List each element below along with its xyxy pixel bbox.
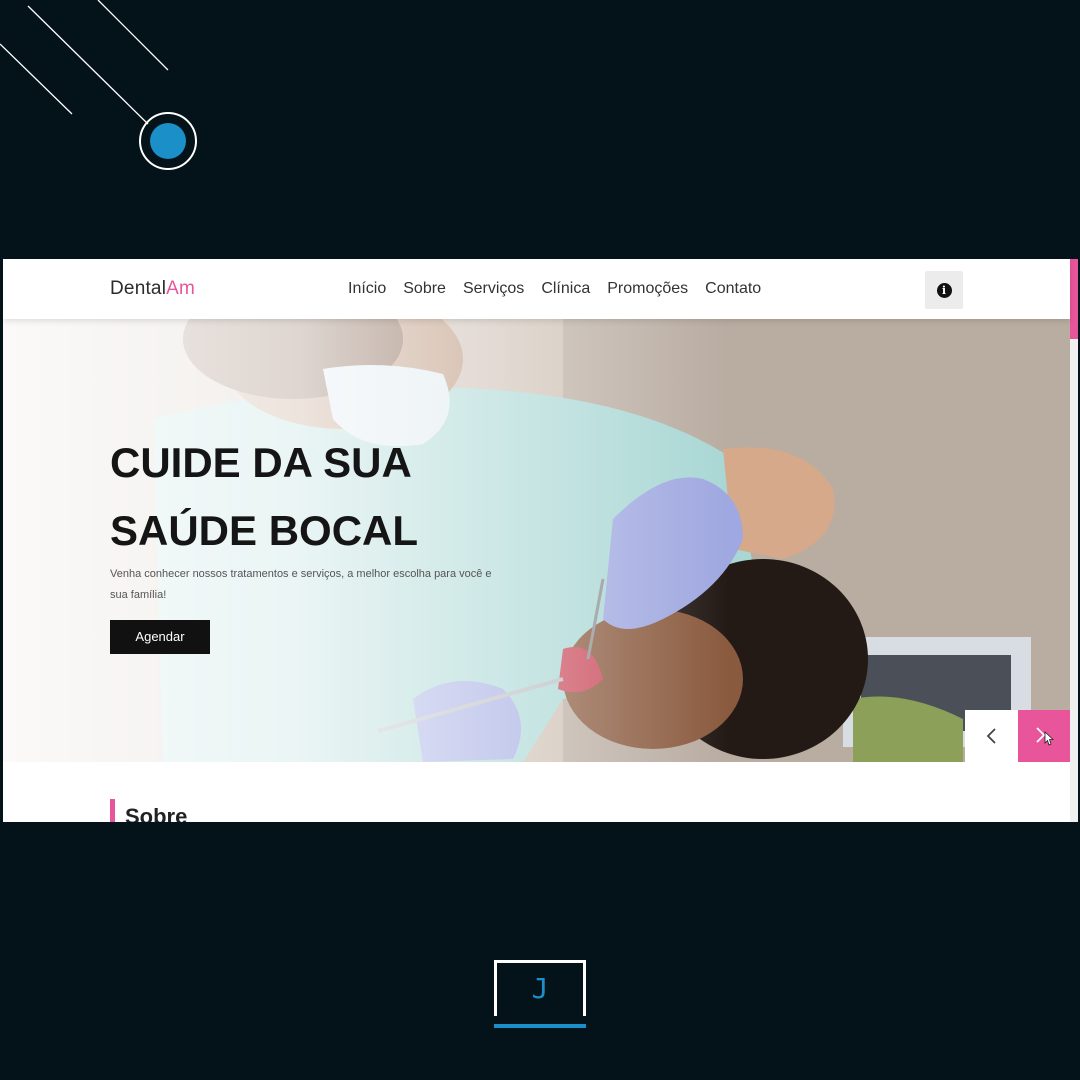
about-title: Sobre <box>125 804 188 822</box>
hero-banner: CUIDE DA SUA SAÚDE BOCAL Venha conhecer … <box>3 319 1070 762</box>
hero-subtitle: Venha conhecer nossos tratamentos e serv… <box>110 568 492 601</box>
hand-cursor-icon <box>1044 731 1055 746</box>
hero-title-line1: CUIDE DA SUA <box>110 439 412 486</box>
carousel-prev-button[interactable] <box>965 710 1018 762</box>
website-screenshot: DentalAm Início Sobre Serviços Clínica P… <box>3 259 1078 822</box>
agendar-button[interactable]: Agendar <box>110 620 210 654</box>
nav-link-contato[interactable]: Contato <box>705 280 761 298</box>
nav-link-inicio[interactable]: Início <box>348 280 386 298</box>
hero-title: CUIDE DA SUA SAÚDE BOCAL <box>110 429 530 565</box>
scrollbar-thumb[interactable] <box>1070 259 1078 339</box>
info-button[interactable]: i <box>925 271 963 309</box>
carousel-next-button[interactable] <box>1018 710 1070 762</box>
chevron-left-icon <box>986 728 996 744</box>
nav-link-promocoes[interactable]: Promoções <box>607 280 688 298</box>
hero-title-line2: SAÚDE BOCAL <box>110 507 419 554</box>
decorative-lines <box>0 0 197 170</box>
brand-logo: J <box>494 960 586 1030</box>
brand-logo-underline <box>494 1024 586 1028</box>
info-icon: i <box>936 282 952 298</box>
page-scrollbar[interactable] <box>1070 259 1078 822</box>
brand-logo-letter: J <box>531 972 549 1005</box>
nav-link-clinica[interactable]: Clínica <box>541 280 590 298</box>
chevron-right-icon <box>1036 727 1055 746</box>
site-logo[interactable]: DentalAm <box>110 278 195 300</box>
about-accent-bar <box>110 799 115 822</box>
nav-menu: Início Sobre Serviços Clínica Promoções … <box>348 280 761 298</box>
nav-link-servicos[interactable]: Serviços <box>463 280 524 298</box>
navbar: DentalAm Início Sobre Serviços Clínica P… <box>3 259 1070 319</box>
nav-link-sobre[interactable]: Sobre <box>403 280 446 298</box>
